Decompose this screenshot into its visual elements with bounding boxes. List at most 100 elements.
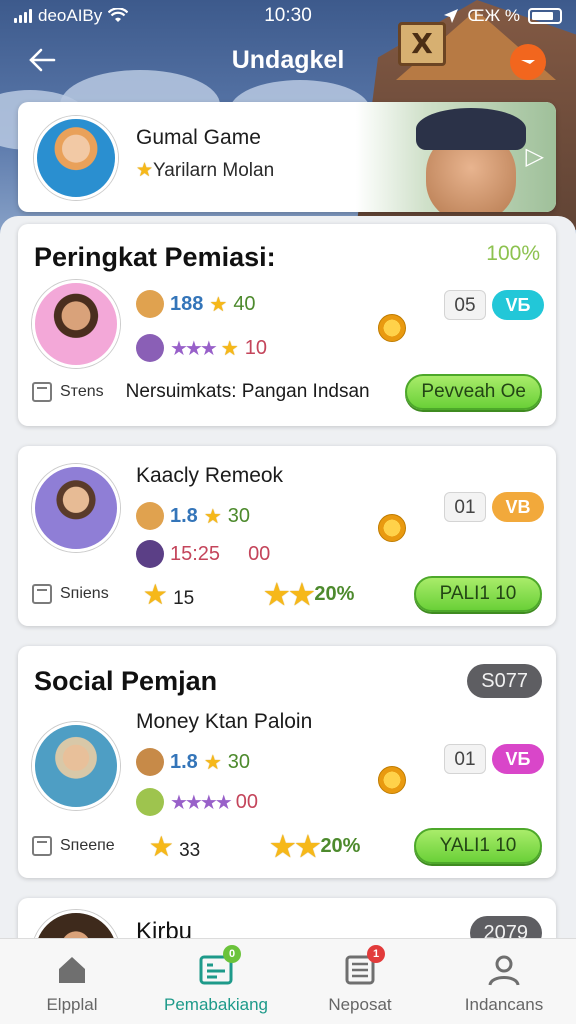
stars-percent: ★★ 20%: [270, 830, 360, 863]
tab-bar: Elpplal 0 Pemabakiang 1 Neposat Indancan…: [0, 938, 576, 1024]
stat-value: 10: [244, 336, 267, 359]
tab-label: Elpplal: [46, 995, 98, 1014]
stat-value: 1.8: [170, 750, 198, 773]
action-button[interactable]: YALI1 10: [414, 828, 542, 864]
card-footer: Sтеns Nersuimkats: Pangan Indsan Pevveah…: [32, 372, 542, 412]
player-mini-avatar: [136, 748, 164, 776]
leaderboard-card[interactable]: Kaacly Remeok 1.8 ★ 30 15:25 00 01 VB Sп…: [18, 446, 556, 626]
status-time: 10:30: [264, 5, 312, 26]
stat-score: 30: [227, 504, 250, 527]
stars-count-value: 33: [179, 839, 201, 861]
card-title: Kaacly Remeok: [136, 464, 284, 487]
stars-count: ★ 15: [143, 578, 195, 611]
rank-number: 01: [444, 492, 486, 522]
level-pill[interactable]: VБ: [492, 744, 544, 774]
play-icon[interactable]: ▷: [526, 142, 544, 171]
leaderboard-card[interactable]: Social Pemjan S077 Money Ktan Paloin 1.8…: [18, 646, 556, 878]
mascot-illustration: ▷: [356, 102, 556, 212]
navigation-bar: Undagkel: [0, 36, 576, 86]
cube-icon: [32, 836, 52, 856]
card-footer: Sпіens ★ 15 ★★ 20% PALI1 10: [32, 574, 542, 614]
tab-home[interactable]: Elpplal: [0, 939, 144, 1024]
stat-value: 188: [170, 292, 204, 315]
news-icon: 1: [343, 945, 385, 987]
card-heading: Social Pemjan: [34, 666, 218, 696]
leaderboard-card[interactable]: Peringkat Pemiasi: 100% 188 ★ 40 ★★★ ★ 10…: [18, 224, 556, 426]
action-button[interactable]: Pevveah Oe: [405, 374, 542, 410]
footer-label: Sпіens: [60, 585, 109, 602]
level-pill[interactable]: VB: [492, 492, 544, 522]
profile-subtitle: ★Yarilarn Molan: [136, 159, 274, 182]
rating-stars-icon: ★★★★: [170, 791, 233, 814]
star-icon: ★★: [270, 830, 321, 862]
profile-name: Gumal Game: [136, 126, 261, 149]
coin-icon: [378, 514, 406, 542]
tab-label: Neposat: [328, 995, 392, 1014]
score-badge: S077: [467, 664, 542, 698]
tab-badge: 1: [367, 945, 385, 963]
action-button[interactable]: PALI1 10: [414, 576, 542, 612]
player-mini-avatar: [136, 334, 164, 362]
player-mini-avatar: [136, 788, 164, 816]
star-icon: ★★: [264, 578, 315, 610]
stat-value: 00: [235, 790, 258, 813]
player-mini-avatar: [136, 502, 164, 530]
star-icon: ★: [203, 751, 222, 774]
tab-news[interactable]: 1 Neposat: [288, 939, 432, 1024]
tab-label: Indancans: [464, 995, 544, 1014]
back-button[interactable]: [26, 44, 62, 80]
stars-percent-value: 20%: [320, 834, 361, 857]
rating-stars-icon: ★★★: [170, 337, 218, 360]
leaderboard-icon: 0: [199, 945, 241, 987]
rank-number: 05: [444, 290, 486, 320]
header-action-button[interactable]: [510, 44, 546, 80]
stars-percent: ★★ 20%: [264, 578, 354, 611]
stat-score: 30: [227, 750, 250, 773]
coin-icon: [378, 766, 406, 794]
status-bar: deoAIBy 10:30 ŒЖ %: [0, 0, 576, 32]
star-icon: ★: [203, 505, 222, 528]
footer-label: Sпеепе: [60, 837, 115, 854]
stat-row: 1.8 ★ 30: [136, 502, 250, 530]
profile-subtitle-text: Yarilarn Molan: [153, 160, 275, 181]
profile-icon: [487, 953, 521, 987]
tab-badge: 0: [223, 945, 241, 963]
send-icon: [521, 60, 535, 64]
battery-icon: [528, 8, 562, 24]
avatar: [32, 722, 120, 810]
avatar: [34, 116, 118, 200]
stat-score: 40: [233, 292, 256, 315]
mascot-hat: [416, 108, 526, 150]
stars-count: ★ 33: [149, 830, 201, 863]
card-footer: Sпеепе ★ 33 ★★ 20% YALI1 10: [32, 826, 542, 866]
player-mini-avatar: [136, 290, 164, 318]
stars-count-value: 15: [173, 587, 195, 609]
card-title: Money Ktan Paloin: [136, 710, 313, 733]
coin-icon: [378, 314, 406, 342]
star-icon: ★: [209, 293, 228, 316]
player-mini-avatar: [136, 540, 164, 568]
footer-text: Nersuimkats: Pangan Indsan: [125, 381, 370, 402]
stat-time: 15:25: [170, 542, 221, 565]
rank-number: 01: [444, 744, 486, 774]
stat-row: 15:25 00: [136, 540, 270, 568]
cube-icon: [32, 584, 52, 604]
star-icon: ★: [136, 160, 154, 181]
avatar: [32, 280, 120, 368]
level-pill[interactable]: VБ: [492, 290, 544, 320]
stat-value: 00: [248, 542, 271, 565]
star-icon: ★: [148, 830, 174, 862]
avatar: [32, 464, 120, 552]
home-icon: [55, 953, 89, 987]
tab-profile[interactable]: Indancans: [432, 939, 576, 1024]
stat-row: ★★★★ 00: [136, 788, 258, 816]
tab-leaderboard[interactable]: 0 Pemabakiang: [144, 939, 288, 1024]
profile-card[interactable]: ▷ Gumal Game ★Yarilarn Molan: [18, 102, 556, 212]
stat-row: 188 ★ 40: [136, 290, 256, 318]
progress-percent: 100%: [486, 242, 540, 265]
star-icon: ★: [142, 578, 168, 610]
page-title: Undagkel: [231, 46, 345, 74]
stat-value: 1.8: [170, 504, 198, 527]
stars-percent-value: 20%: [314, 582, 355, 605]
footer-label: Sтеns: [60, 383, 104, 400]
